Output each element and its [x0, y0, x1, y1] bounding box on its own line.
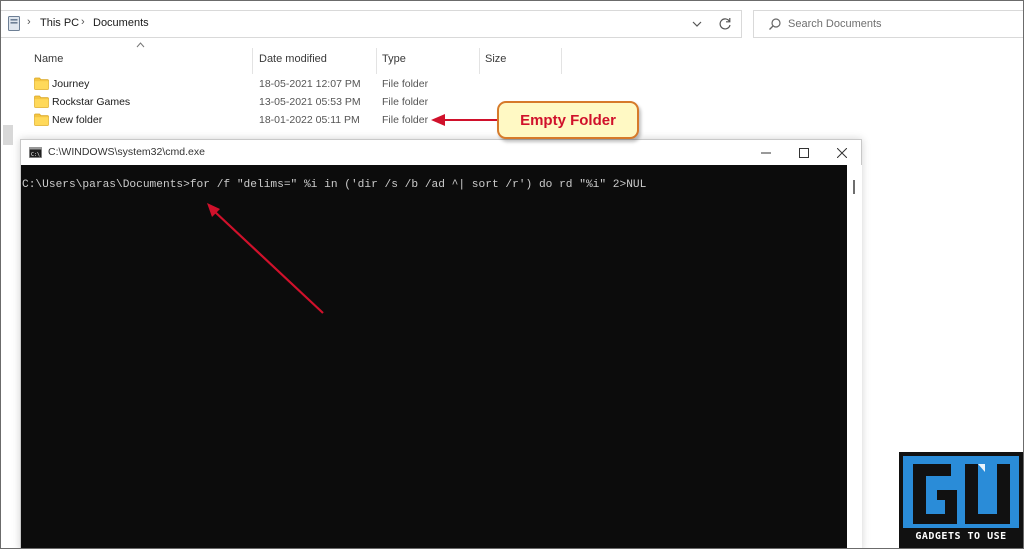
column-divider[interactable]	[479, 48, 480, 74]
address-bar[interactable]: › This PC › Documents	[0, 10, 742, 38]
maximize-icon	[799, 147, 809, 158]
file-type: File folder	[382, 96, 429, 108]
search-input[interactable]: Search Documents	[788, 18, 882, 30]
file-date: 13-05-2021 05:53 PM	[259, 96, 361, 108]
file-type: File folder	[382, 114, 429, 126]
refresh-icon[interactable]	[716, 14, 734, 34]
breadcrumb-separator: ›	[81, 16, 85, 28]
console-output[interactable]: C:\Users\paras\Documents>for /f "delims=…	[21, 165, 847, 549]
file-type: File folder	[382, 78, 429, 90]
address-history-chevron-icon[interactable]	[689, 15, 705, 33]
command-prompt-icon: C:\	[29, 147, 42, 158]
file-name: Journey	[52, 78, 90, 90]
column-header-date[interactable]: Date modified	[259, 53, 327, 65]
column-header-size[interactable]: Size	[485, 53, 506, 65]
callout-label: Empty Folder	[520, 111, 616, 129]
close-button[interactable]	[823, 140, 861, 165]
cmd-titlebar[interactable]: C:\ C:\WINDOWS\system32\cmd.exe	[21, 140, 861, 165]
file-name: New folder	[52, 114, 103, 126]
column-divider[interactable]	[376, 48, 377, 74]
close-icon	[837, 147, 847, 158]
this-pc-icon	[8, 16, 20, 31]
file-name: Rockstar Games	[52, 96, 131, 108]
column-header-type[interactable]: Type	[382, 53, 406, 65]
breadcrumb-this-pc[interactable]: This PC	[40, 17, 79, 29]
column-divider[interactable]	[252, 48, 253, 74]
scrollbar-thumb[interactable]	[853, 180, 855, 194]
file-row[interactable]: Rockstar Games 13-05-2021 05:53 PM File …	[0, 93, 760, 111]
maximize-button[interactable]	[785, 140, 823, 165]
command-prompt-window[interactable]: C:\ C:\WINDOWS\system32\cmd.exe C:\Users…	[20, 139, 862, 549]
search-box[interactable]: Search Documents	[753, 10, 1024, 38]
file-date: 18-01-2022 05:11 PM	[259, 114, 360, 126]
gadgets-to-use-logo: GADGETS TO USE	[899, 452, 1023, 548]
file-date: 18-05-2021 12:07 PM	[259, 78, 361, 90]
sort-ascending-icon	[136, 42, 145, 48]
minimize-icon	[761, 152, 771, 153]
cmd-scrollbar[interactable]	[847, 165, 862, 549]
command-line: C:\Users\paras\Documents>for /f "delims=…	[22, 179, 647, 191]
annotation-callout: Empty Folder	[497, 101, 639, 139]
svg-text:C:\: C:\	[31, 152, 40, 158]
folder-icon	[34, 95, 49, 108]
breadcrumb-separator: ›	[27, 16, 31, 28]
cmd-window-title: C:\WINDOWS\system32\cmd.exe	[48, 146, 205, 158]
breadcrumb-documents[interactable]: Documents	[93, 17, 149, 29]
column-header-name[interactable]: Name	[34, 53, 63, 65]
column-divider[interactable]	[561, 48, 562, 74]
search-icon	[769, 18, 781, 30]
minimize-button[interactable]	[747, 140, 785, 165]
logo-text: GADGETS TO USE	[915, 531, 1007, 542]
file-row[interactable]: New folder 18-01-2022 05:11 PM File fold…	[0, 111, 760, 129]
file-row[interactable]: Journey 18-05-2021 12:07 PM File folder	[0, 75, 760, 93]
folder-icon	[34, 113, 49, 126]
folder-icon	[34, 77, 49, 90]
